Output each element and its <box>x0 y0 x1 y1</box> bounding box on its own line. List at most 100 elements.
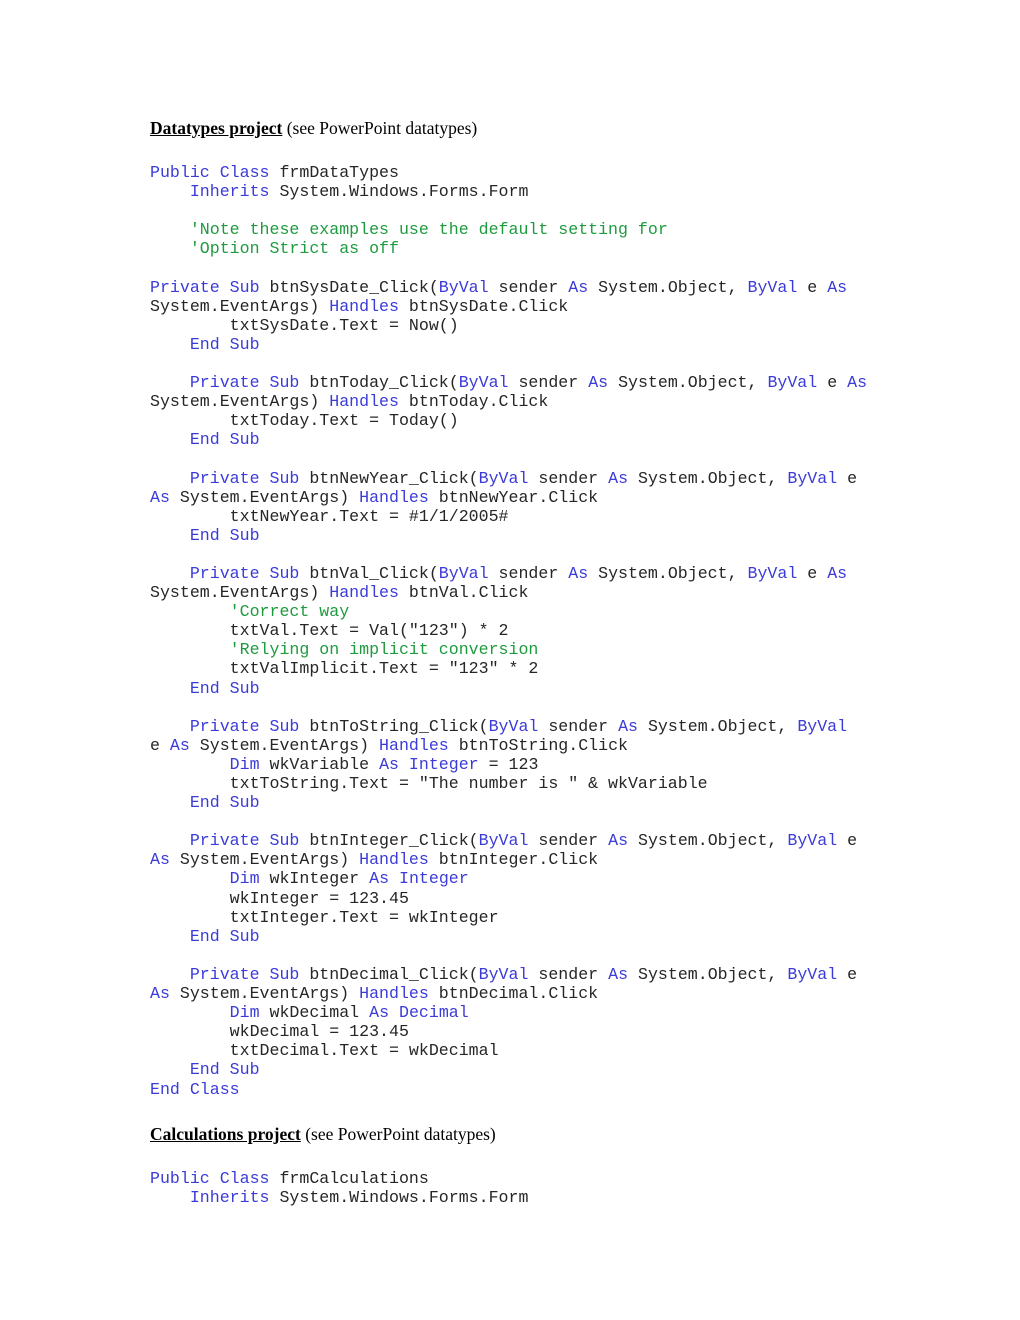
document-page: Datatypes project (see PowerPoint dataty… <box>0 0 1020 1320</box>
code-token: Dim <box>229 869 270 889</box>
code-line: Private Sub btnVal_Click(ByVal sender As… <box>150 564 890 583</box>
code-token: btnSysDate_Click( <box>269 277 439 297</box>
code-token: System.Object, <box>598 277 748 297</box>
code-token: ByVal <box>787 831 848 851</box>
code-token: Handles <box>329 583 409 603</box>
code-line: As System.EventArgs) Handles btnNewYear.… <box>150 488 890 507</box>
code-token: ByVal <box>797 716 848 736</box>
code-token: Public Class <box>150 1168 280 1188</box>
code-token: txtToday.Text = Today() <box>150 411 459 431</box>
code-token: As <box>588 373 619 393</box>
code-token: System.Object, <box>598 563 748 583</box>
code-token: System.Object, <box>637 964 788 984</box>
code-token: Private Sub <box>189 964 310 984</box>
code-token: e <box>847 831 858 851</box>
code-line: 'Note these examples use the default set… <box>150 220 890 239</box>
code-token: Private Sub <box>189 831 310 851</box>
code-token: Private Sub <box>189 563 310 583</box>
code-line: txtToString.Text = "The number is " & wk… <box>150 774 890 793</box>
code-token: btnVal.Click <box>408 583 529 603</box>
code-token: System.Object, <box>637 468 788 488</box>
code-line: Public Class frmDataTypes <box>150 163 890 182</box>
code-token: As <box>618 716 648 736</box>
code-line: Dim wkDecimal As Decimal <box>150 1003 890 1022</box>
code-token: sender <box>498 563 569 583</box>
code-line: System.EventArgs) Handles btnToday.Click <box>150 392 890 411</box>
code-line: End Sub <box>150 927 890 946</box>
code-token: As Integer <box>369 869 469 889</box>
code-token: sender <box>498 277 569 297</box>
code-token: frmDataTypes <box>279 163 399 182</box>
code-line: Private Sub btnSysDate_Click(ByVal sende… <box>150 278 890 297</box>
code-token: Dim <box>229 1003 270 1023</box>
code-line: Dim wkVariable As Integer = 123 <box>150 755 890 774</box>
code-token: e <box>847 964 858 984</box>
code-token: wkInteger = 123.45 <box>150 888 409 908</box>
code-token: sender <box>518 373 589 393</box>
code-token: ByVal <box>747 563 808 583</box>
code-line: Inherits System.Windows.Forms.Form <box>150 182 890 201</box>
code-token: e <box>807 277 828 297</box>
code-token: System.Object, <box>647 716 798 736</box>
code-token: btnVal_Click( <box>309 563 439 583</box>
code-token: System.Windows.Forms.Form <box>279 182 529 202</box>
document-content: Datatypes project (see PowerPoint dataty… <box>150 118 890 1207</box>
code-token: Handles <box>379 735 459 755</box>
code-line: End Class <box>150 1080 890 1099</box>
code-line: txtDecimal.Text = wkDecimal <box>150 1041 890 1060</box>
code-token: 'Relying on implicit conversion <box>229 640 539 660</box>
code-token: As <box>169 735 200 755</box>
code-token: End Sub <box>189 334 260 354</box>
code-token: System.EventArgs) <box>179 850 360 870</box>
code-token: Handles <box>359 984 439 1004</box>
code-token: wkInteger <box>269 869 370 889</box>
code-token: System.EventArgs) <box>179 487 360 507</box>
code-token: txtInteger.Text = wkInteger <box>150 907 499 927</box>
code-line: 'Option Strict as off <box>150 239 890 258</box>
code-token: e <box>847 468 858 488</box>
code-token: txtSysDate.Text = Now() <box>150 315 459 335</box>
code-token: frmCalculations <box>279 1168 429 1188</box>
code-token: Private Sub <box>189 468 310 488</box>
code-line: Private Sub btnInteger_Click(ByVal sende… <box>150 831 890 850</box>
section-heading-datatypes: Datatypes project (see PowerPoint dataty… <box>150 118 890 139</box>
code-token: End Sub <box>189 525 260 545</box>
code-token: Private Sub <box>150 277 270 297</box>
code-token: ByVal <box>478 468 539 488</box>
code-token: As <box>608 964 638 984</box>
code-token: As <box>608 468 638 488</box>
code-token: Dim <box>229 754 270 774</box>
code-token: As <box>608 831 638 851</box>
section-datatypes: Datatypes project (see PowerPoint dataty… <box>150 118 890 1099</box>
code-token: ByVal <box>438 277 499 297</box>
code-token: e <box>150 735 170 755</box>
code-token: e <box>827 373 848 393</box>
code-line: Private Sub btnDecimal_Click(ByVal sende… <box>150 965 890 984</box>
section-heading-suffix: (see PowerPoint datatypes) <box>300 1123 496 1144</box>
code-line: Public Class frmCalculations <box>150 1169 890 1188</box>
section-heading-title: Calculations project <box>150 1123 301 1144</box>
code-token: End Class <box>150 1079 240 1099</box>
code-token: txtDecimal.Text = wkDecimal <box>150 1041 499 1061</box>
code-token: ByVal <box>438 563 499 583</box>
code-token: btnDecimal.Click <box>438 984 599 1004</box>
